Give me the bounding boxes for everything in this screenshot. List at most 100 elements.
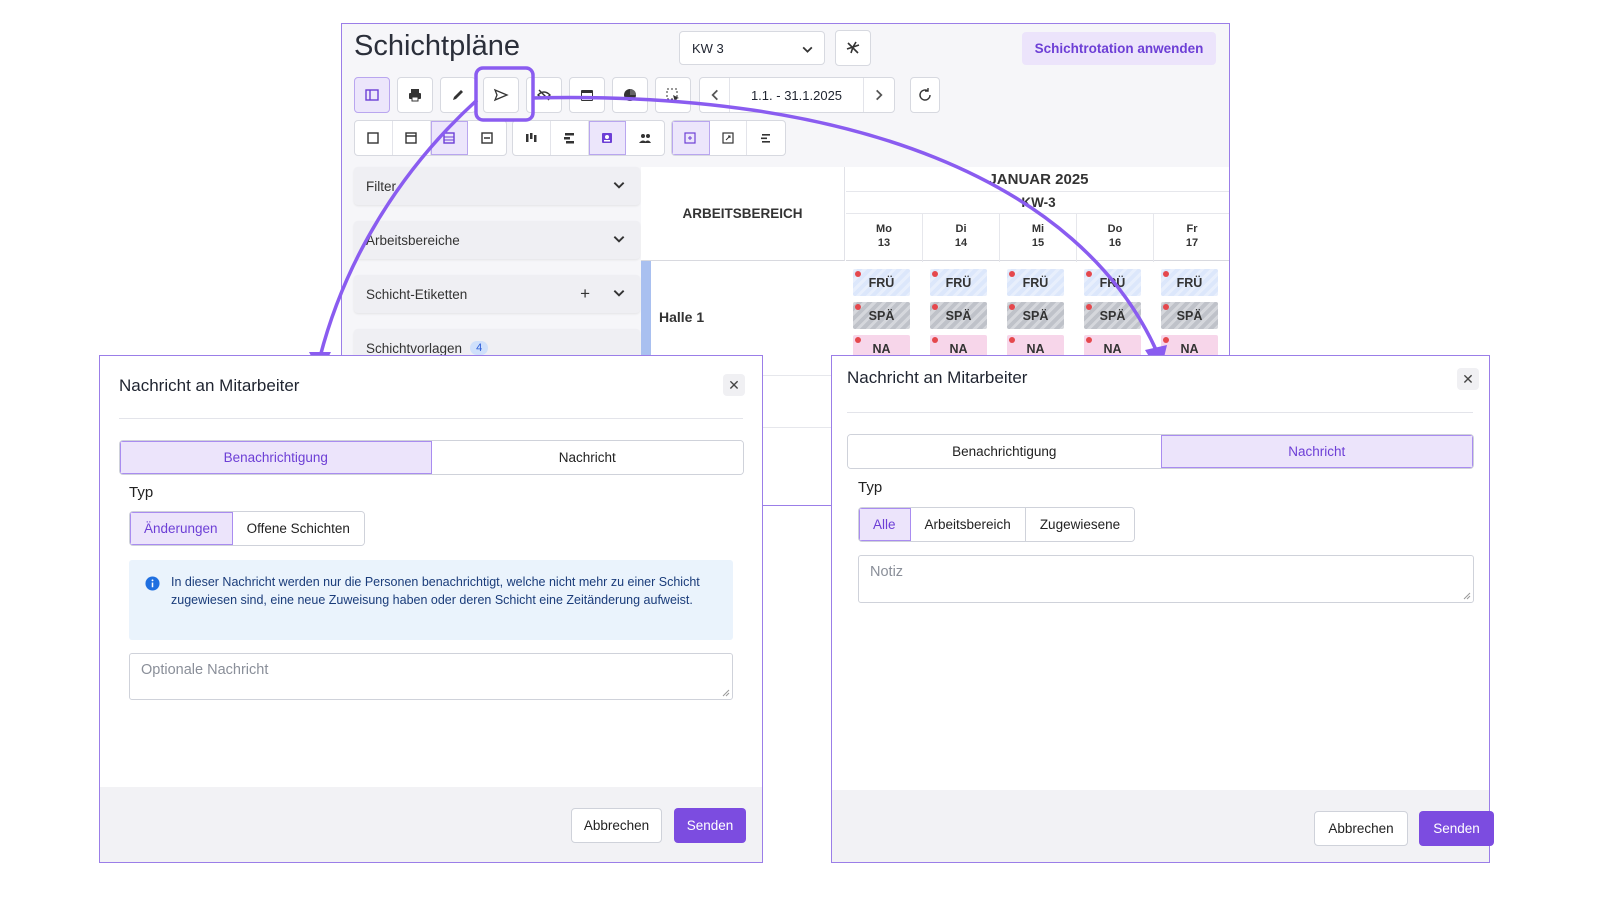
dialog-tabs: Benachrichtigung Nachricht: [119, 440, 744, 475]
status-dot: [1086, 304, 1092, 310]
status-dot: [1009, 304, 1015, 310]
zoom-in-icon: [684, 132, 696, 144]
shift-label: FRÜ: [1176, 275, 1203, 290]
send-message-button[interactable]: [483, 77, 519, 113]
shift-chip[interactable]: SPÄ: [853, 302, 910, 329]
dialog-footer: Abbrechen Senden: [100, 787, 762, 862]
optional-message-placeholder: Optionale Nachricht: [141, 662, 269, 678]
page-title: Schichtpläne: [354, 30, 521, 62]
day-header: Do 16: [1077, 214, 1154, 262]
send-button[interactable]: Senden: [1419, 811, 1494, 846]
cancel-button[interactable]: Abbrechen: [571, 808, 662, 843]
type-label: Typ: [129, 484, 154, 501]
cancel-button[interactable]: Abbrechen: [1314, 811, 1408, 846]
layout-columns-button[interactable]: [513, 121, 551, 155]
shift-chip[interactable]: FRÜ: [1084, 269, 1141, 296]
shift-chip[interactable]: FRÜ: [1007, 269, 1064, 296]
shift-chip[interactable]: FRÜ: [1161, 269, 1218, 296]
shift-label: NA: [1180, 341, 1199, 356]
flight-mode-button[interactable]: [835, 30, 871, 66]
date-range-nav: 1.1. - 31.1.2025: [699, 77, 895, 113]
pencil-icon: [453, 90, 463, 100]
status-dot: [932, 304, 938, 310]
status-dot: [1086, 337, 1092, 343]
users-icon: [639, 134, 652, 143]
shift-chip[interactable]: SPÄ: [1161, 302, 1218, 329]
statistics-button[interactable]: [612, 77, 648, 113]
week-select[interactable]: KW 3: [679, 31, 825, 65]
resize-grip-icon: [722, 689, 730, 697]
shift-chip[interactable]: SPÄ: [930, 302, 987, 329]
chevron-down-icon: [613, 236, 625, 243]
day-number: 16: [1108, 237, 1122, 249]
shift-templates-label: Schichtvorlagen: [366, 340, 463, 356]
apply-shift-rotation-button[interactable]: Schichtrotation anwenden: [1022, 32, 1216, 65]
zoom-fit-button[interactable]: [672, 121, 710, 155]
tab-notification[interactable]: Benachrichtigung: [848, 435, 1161, 468]
date-range-label[interactable]: 1.1. - 31.1.2025: [730, 78, 864, 112]
recipient-assigned-option[interactable]: Zugewiesene: [1025, 508, 1135, 541]
sidebar-toggle-button[interactable]: [354, 77, 390, 113]
layout-rows-button[interactable]: [551, 121, 589, 155]
tab-message[interactable]: Nachricht: [431, 441, 743, 474]
align-button[interactable]: [747, 121, 785, 155]
select-button[interactable]: [655, 77, 691, 113]
refresh-button[interactable]: [910, 77, 940, 113]
type-open-shifts-option[interactable]: Offene Schichten: [232, 512, 364, 545]
title-separator: [847, 412, 1473, 413]
view-day-button[interactable]: [355, 121, 393, 155]
note-placeholder: Notiz: [870, 564, 904, 580]
shift-label: NA: [1103, 341, 1122, 356]
send-button[interactable]: Senden: [674, 808, 746, 843]
shift-chip[interactable]: SPÄ: [1007, 302, 1064, 329]
recipient-work-area-option[interactable]: Arbeitsbereich: [910, 508, 1026, 541]
optional-message-input[interactable]: Optionale Nachricht: [129, 653, 733, 700]
day-name: Do: [1107, 223, 1123, 235]
chevron-down-icon: [613, 290, 625, 297]
view-month-button[interactable]: [430, 121, 469, 155]
previous-range-button[interactable]: [700, 78, 730, 112]
shift-tags-accordion[interactable]: Schicht-Etiketten +: [354, 275, 640, 313]
next-range-button[interactable]: [864, 78, 894, 112]
status-dot: [932, 271, 938, 277]
status-dot: [1163, 304, 1169, 310]
columns-icon: [526, 133, 537, 142]
hide-button[interactable]: [526, 77, 562, 113]
view-list-button[interactable]: [468, 121, 506, 155]
templates-count-badge: 4: [470, 341, 489, 355]
shift-chip[interactable]: FRÜ: [930, 269, 987, 296]
status-dot: [1163, 337, 1169, 343]
print-button[interactable]: [397, 77, 433, 113]
day-name: Fr: [1186, 223, 1198, 235]
day-name: Mi: [1031, 223, 1045, 235]
printer-icon: [409, 89, 421, 102]
day-name: Mo: [876, 223, 892, 235]
week-header: KW-3: [846, 191, 1229, 213]
layout-team-button[interactable]: [626, 121, 664, 155]
tab-message[interactable]: Nachricht: [1160, 435, 1473, 468]
calendar-button[interactable]: [569, 77, 605, 113]
close-button[interactable]: ✕: [723, 374, 745, 396]
expand-button[interactable]: [710, 121, 748, 155]
recipient-segmented-control: Alle Arbeitsbereich Zugewiesene: [858, 507, 1136, 542]
status-dot: [1009, 271, 1015, 277]
expand-icon: [722, 132, 734, 144]
day-header: Mi 15: [1000, 214, 1077, 262]
recipient-all-option[interactable]: Alle: [859, 508, 911, 541]
note-input[interactable]: Notiz: [858, 555, 1474, 603]
shift-chip[interactable]: SPÄ: [1084, 302, 1141, 329]
close-icon: ✕: [1462, 370, 1474, 387]
view-week-button[interactable]: [393, 121, 431, 155]
shift-label: FRÜ: [868, 275, 895, 290]
add-tag-icon[interactable]: +: [580, 284, 590, 304]
filter-accordion[interactable]: Filter: [354, 167, 640, 205]
tab-notification[interactable]: Benachrichtigung: [120, 441, 432, 474]
close-button[interactable]: ✕: [1457, 368, 1479, 390]
close-icon: ✕: [728, 376, 740, 393]
type-changes-option[interactable]: Änderungen: [130, 512, 233, 545]
day-number: 14: [954, 237, 968, 249]
work-areas-accordion[interactable]: Arbeitsbereiche: [354, 221, 640, 259]
edit-button[interactable]: [440, 77, 476, 113]
layout-person-button[interactable]: [588, 121, 627, 155]
shift-chip[interactable]: FRÜ: [853, 269, 910, 296]
